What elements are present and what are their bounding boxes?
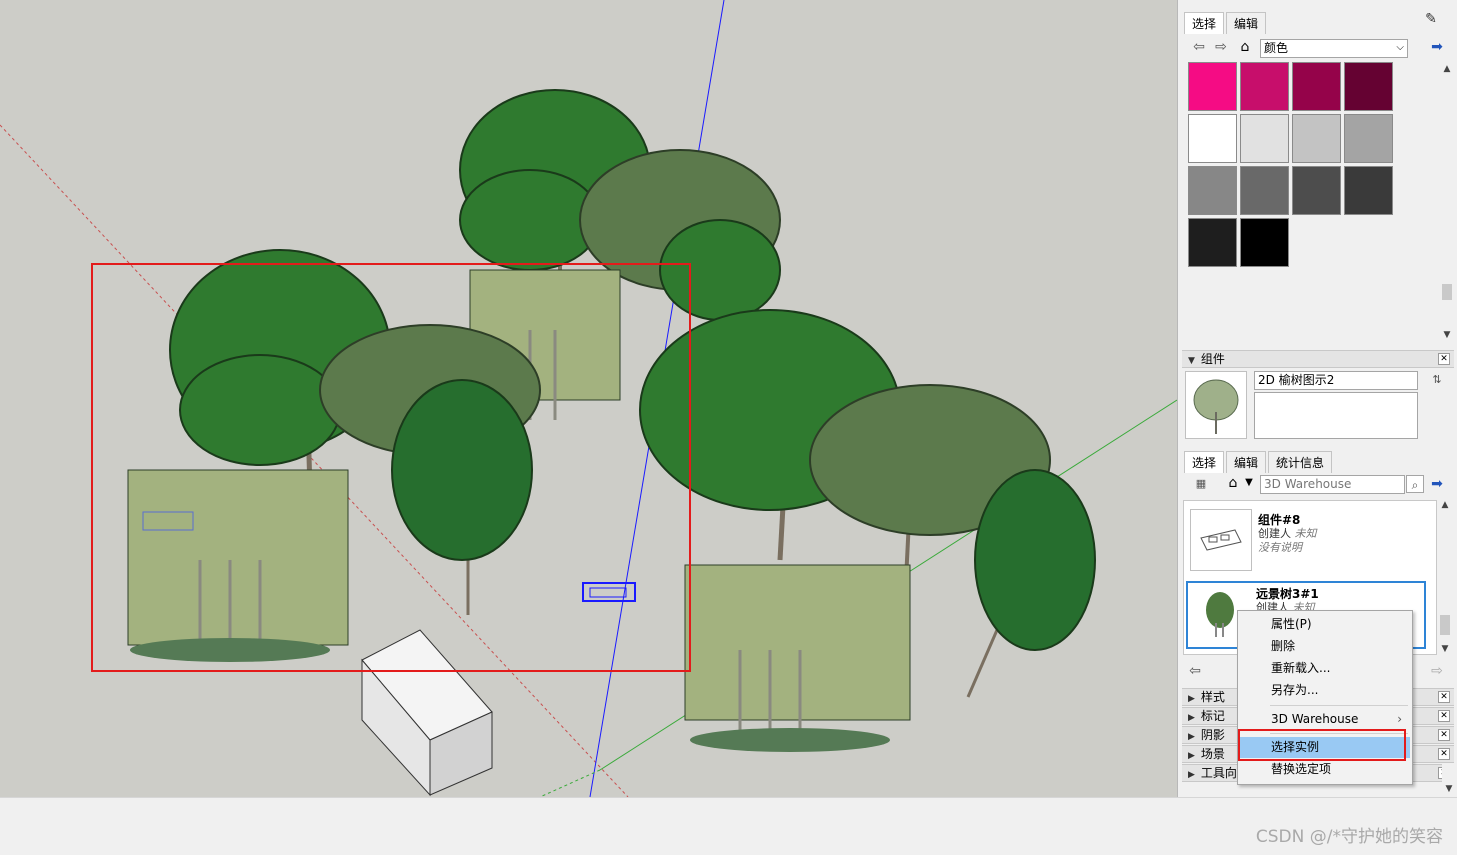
search-icon[interactable]: ⌕ bbox=[1406, 475, 1424, 493]
components-panel-title: 组件 bbox=[1200, 352, 1225, 366]
status-bar: CSDN @/*守护她的笑容 bbox=[0, 797, 1457, 855]
menu-item-delete[interactable]: 删除 bbox=[1240, 636, 1410, 657]
scroll-up-icon[interactable]: ▲ bbox=[1438, 500, 1452, 510]
close-icon[interactable]: ✕ bbox=[1438, 729, 1450, 741]
component-preview bbox=[1185, 371, 1247, 439]
component-description-field[interactable] bbox=[1254, 392, 1418, 439]
components-scrollbar[interactable]: ▲ ▼ bbox=[1438, 500, 1452, 658]
tree-thumbnail-icon bbox=[1193, 379, 1239, 434]
tree-far-right[interactable] bbox=[966, 469, 1096, 698]
panel-title: 样式 bbox=[1200, 690, 1225, 704]
library-select[interactable]: 颜色 ⌵ bbox=[1260, 39, 1408, 58]
scroll-down-icon[interactable]: ▼ bbox=[1442, 784, 1456, 794]
scroll-thumb[interactable] bbox=[1442, 284, 1452, 300]
tab-select[interactable]: 选择 bbox=[1184, 12, 1225, 34]
tab-edit[interactable]: 编辑 bbox=[1226, 12, 1267, 34]
tab-edit[interactable]: 编辑 bbox=[1226, 451, 1267, 473]
panel-title: 场景 bbox=[1200, 747, 1225, 761]
color-swatch[interactable] bbox=[1344, 62, 1393, 111]
component-thumbnail bbox=[1190, 509, 1252, 571]
warehouse-search-value: 3D Warehouse bbox=[1264, 477, 1352, 491]
back-arrow-icon[interactable]: ⇦ bbox=[1186, 662, 1204, 680]
components-tabs: 选择 编辑 统计信息 bbox=[1184, 451, 1334, 473]
menu-item-reload[interactable]: 重新载入... bbox=[1240, 658, 1410, 679]
color-swatch[interactable] bbox=[1188, 62, 1237, 111]
panel-title: 阴影 bbox=[1200, 728, 1225, 742]
menu-item-label: 3D Warehouse bbox=[1271, 712, 1359, 726]
expand-triangle-icon: ▶ bbox=[1188, 713, 1195, 723]
expand-triangle-icon: ▶ bbox=[1188, 770, 1195, 780]
scroll-up-icon[interactable]: ▲ bbox=[1440, 64, 1454, 74]
tab-select[interactable]: 选择 bbox=[1184, 451, 1225, 473]
home-icon[interactable]: ⌂ bbox=[1236, 38, 1254, 56]
chevron-right-icon: › bbox=[1397, 712, 1402, 726]
close-icon[interactable]: ✕ bbox=[1438, 691, 1450, 703]
chevron-down-icon: ⌵ bbox=[1396, 42, 1404, 53]
panel-title: 标记 bbox=[1200, 709, 1225, 723]
color-swatch[interactable] bbox=[1344, 114, 1393, 163]
forward-arrow-icon[interactable]: ⇨ bbox=[1212, 38, 1230, 56]
3d-viewport[interactable] bbox=[0, 0, 1177, 797]
color-swatch[interactable] bbox=[1188, 114, 1237, 163]
list-item[interactable]: 组件#8 创建人 未知 没有说明 bbox=[1186, 507, 1434, 575]
tree-light-right[interactable] bbox=[684, 564, 911, 752]
selection-highlight-box bbox=[91, 263, 691, 672]
menu-item-3d-warehouse[interactable]: 3D Warehouse › bbox=[1240, 709, 1410, 730]
materials-scrollbar[interactable]: ▲ ▼ bbox=[1440, 64, 1454, 344]
expand-triangle-icon: ▶ bbox=[1188, 751, 1195, 761]
color-swatch[interactable] bbox=[1344, 166, 1393, 215]
color-swatch[interactable] bbox=[1240, 218, 1289, 267]
expand-triangle-icon: ▶ bbox=[1188, 732, 1195, 742]
back-arrow-icon[interactable]: ⇦ bbox=[1190, 38, 1208, 56]
close-icon[interactable]: ✕ bbox=[1438, 353, 1450, 365]
scroll-thumb[interactable] bbox=[1440, 615, 1450, 635]
eyedropper-icon[interactable]: ✎ bbox=[1422, 10, 1440, 28]
dropdown-arrow-icon[interactable]: ▼ bbox=[1240, 474, 1258, 492]
item-description: 没有说明 bbox=[1258, 541, 1302, 554]
tray-scrollbar[interactable]: ▼ bbox=[1442, 764, 1456, 797]
library-select-value: 颜色 bbox=[1264, 41, 1289, 55]
color-swatch[interactable] bbox=[1292, 62, 1341, 111]
color-swatch[interactable] bbox=[1188, 218, 1237, 267]
details-arrow-icon[interactable]: ➡ bbox=[1428, 475, 1446, 493]
view-options-icon[interactable]: ▦ bbox=[1192, 475, 1210, 493]
color-swatch[interactable] bbox=[1188, 166, 1237, 215]
scroll-down-icon[interactable]: ▼ bbox=[1440, 330, 1454, 340]
menu-item-properties[interactable]: 属性(P) bbox=[1240, 614, 1410, 635]
materials-tabs: 选择 编辑 bbox=[1184, 12, 1268, 34]
watermark: CSDN @/*守护她的笑容 bbox=[1255, 827, 1443, 847]
warehouse-search-input[interactable]: 3D Warehouse bbox=[1260, 475, 1405, 494]
components-panel-header[interactable]: ▼ 组件 ✕ bbox=[1182, 350, 1454, 368]
menu-highlight-box bbox=[1238, 729, 1406, 761]
color-swatch[interactable] bbox=[1240, 114, 1289, 163]
forward-arrow-icon[interactable]: ⇨ bbox=[1428, 662, 1446, 680]
color-swatch[interactable] bbox=[1292, 114, 1341, 163]
expand-triangle-icon: ▶ bbox=[1188, 694, 1195, 704]
menu-item-replace-selected[interactable]: 替换选定项 bbox=[1240, 759, 1410, 780]
collapse-triangle-icon: ▼ bbox=[1188, 356, 1195, 366]
close-icon[interactable]: ✕ bbox=[1438, 748, 1450, 760]
color-swatch[interactable] bbox=[1240, 62, 1289, 111]
tab-statistics[interactable]: 统计信息 bbox=[1268, 451, 1333, 473]
color-swatch[interactable] bbox=[1240, 166, 1289, 215]
menu-separator bbox=[1270, 705, 1408, 706]
export-icon[interactable]: ⇅ bbox=[1428, 371, 1446, 389]
scroll-down-icon[interactable]: ▼ bbox=[1438, 644, 1452, 654]
close-icon[interactable]: ✕ bbox=[1438, 710, 1450, 722]
box-thumbnail-icon bbox=[1200, 529, 1242, 551]
details-arrow-icon[interactable]: ➡ bbox=[1428, 38, 1446, 56]
component-name-field[interactable]: 2D 榆树图示2 bbox=[1254, 371, 1418, 390]
color-swatch[interactable] bbox=[1292, 166, 1341, 215]
menu-item-save-as[interactable]: 另存为... bbox=[1240, 680, 1410, 701]
